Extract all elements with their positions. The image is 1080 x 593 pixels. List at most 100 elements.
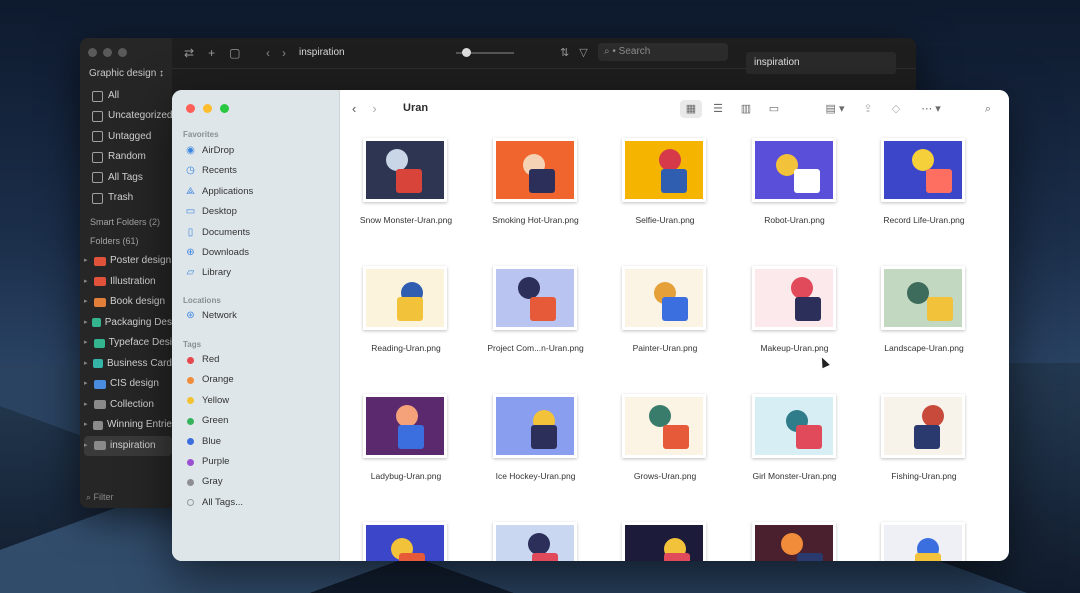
disclosure-triangle-icon[interactable]: ▸	[84, 374, 90, 394]
close-button[interactable]	[88, 48, 97, 57]
file-thumbnail[interactable]	[881, 394, 965, 458]
tag-item[interactable]: Green	[185, 412, 228, 430]
file-item[interactable]: Makeup-Uran.png	[731, 246, 859, 364]
disclosure-triangle-icon[interactable]: ▸	[84, 415, 89, 435]
file-item[interactable]: Reading-Uran.png	[342, 246, 470, 364]
back-folder-item[interactable]: ▸ Illustration	[84, 272, 172, 292]
smart-folders-header[interactable]: Smart Folders (2)	[90, 217, 160, 227]
file-thumbnail[interactable]	[363, 522, 447, 561]
disclosure-triangle-icon[interactable]: ▸	[84, 395, 90, 415]
file-item[interactable]: Painter-Uran.png	[601, 246, 729, 364]
file-thumbnail[interactable]	[363, 394, 447, 458]
file-item[interactable]: Ice Hockey-Uran.png	[472, 374, 600, 492]
file-item[interactable]	[342, 502, 470, 561]
sidebar-toggle-icon[interactable]: ▢	[229, 46, 240, 60]
sidebar-item[interactable]: ▭ Desktop	[185, 203, 237, 221]
back-folder-item[interactable]: ▸ Business Card	[84, 354, 172, 374]
tag-icon[interactable]: ◇	[886, 100, 906, 118]
file-item[interactable]	[731, 502, 859, 561]
tag-item[interactable]: Yellow	[185, 392, 229, 410]
file-item[interactable]: Landscape-Uran.png	[860, 246, 988, 364]
file-thumbnail[interactable]	[492, 138, 577, 202]
file-thumbnail[interactable]	[622, 394, 706, 458]
zoom-button[interactable]	[220, 104, 229, 113]
file-thumbnail[interactable]	[492, 522, 577, 561]
file-item[interactable]: Selfie-Uran.png	[601, 128, 729, 236]
tag-item[interactable]: Blue	[185, 433, 221, 451]
back-folder-item[interactable]: ▸ Packaging Des	[84, 313, 172, 333]
tag-item[interactable]: Orange	[185, 371, 234, 389]
disclosure-triangle-icon[interactable]: ▸	[84, 272, 90, 292]
back-nav-item[interactable]: All	[92, 86, 119, 106]
file-item[interactable]: Ladybug-Uran.png	[342, 374, 470, 492]
share-icon[interactable]: ⇪	[858, 100, 878, 118]
file-thumbnail[interactable]	[363, 266, 447, 330]
back-nav-item[interactable]: Trash	[92, 188, 133, 208]
file-thumbnail[interactable]	[492, 266, 577, 330]
file-thumbnail[interactable]	[622, 522, 706, 561]
file-item[interactable]	[860, 502, 988, 561]
disclosure-triangle-icon[interactable]: ▸	[84, 292, 90, 312]
file-item[interactable]	[472, 502, 600, 561]
file-item[interactable]: Record Life-Uran.png	[860, 128, 988, 236]
tag-item[interactable]: Gray	[185, 473, 223, 491]
file-item[interactable]: Grows-Uran.png	[601, 374, 729, 492]
back-folder-item[interactable]: ▸ Typeface Desi	[84, 333, 172, 353]
file-thumbnail[interactable]	[881, 138, 965, 202]
back-nav-item[interactable]: Untagged	[92, 127, 151, 147]
file-thumbnail[interactable]	[751, 266, 836, 330]
back-nav-item[interactable]: Random	[92, 147, 146, 167]
disclosure-triangle-icon[interactable]: ▸	[84, 251, 90, 271]
sidebar-item[interactable]: ⟁ Applications	[185, 183, 253, 201]
file-item[interactable]: Robot-Uran.png	[731, 128, 859, 236]
back-nav-item[interactable]: All Tags	[92, 168, 143, 188]
file-thumbnail[interactable]	[363, 138, 447, 202]
add-icon[interactable]: +	[208, 46, 215, 60]
sidebar-item[interactable]: ⊕ Downloads	[185, 244, 249, 262]
thumbnail-size-slider[interactable]	[456, 48, 514, 57]
close-button[interactable]	[186, 104, 195, 113]
disclosure-triangle-icon[interactable]: ▸	[84, 313, 88, 333]
forward-arrow-icon[interactable]: ›	[282, 46, 286, 60]
sync-icon[interactable]: ⇄	[184, 46, 194, 60]
file-item[interactable]: Project Com...n-Uran.png	[472, 246, 600, 364]
file-thumbnail[interactable]	[751, 522, 836, 561]
folders-header[interactable]: Folders (61)	[90, 236, 139, 246]
inspector-title-field[interactable]: inspiration	[746, 52, 896, 74]
back-arrow-icon[interactable]: ‹	[352, 101, 356, 116]
search-icon[interactable]: ⌕	[978, 100, 998, 118]
file-item[interactable]: Girl Monster-Uran.png	[731, 374, 859, 492]
file-thumbnail[interactable]	[622, 138, 706, 202]
tag-item[interactable]: Purple	[185, 453, 229, 471]
library-switcher[interactable]: Graphic design ↕	[89, 68, 164, 79]
sidebar-item[interactable]: ◷ Recents	[185, 162, 237, 180]
file-item[interactable]: Fishing-Uran.png	[860, 374, 988, 492]
sidebar-item[interactable]: ◉ AirDrop	[185, 142, 234, 160]
file-thumbnail[interactable]	[881, 522, 965, 561]
group-by-button[interactable]: ▤ ▾	[820, 100, 850, 118]
minimize-button[interactable]	[203, 104, 212, 113]
back-folder-item[interactable]: ▸ Collection	[84, 395, 172, 415]
file-thumbnail[interactable]	[622, 266, 706, 330]
disclosure-triangle-icon[interactable]: ▸	[84, 333, 90, 353]
file-item[interactable]: Snow Monster-Uran.png	[342, 128, 470, 236]
sidebar-item[interactable]: ▱ Library	[185, 264, 231, 282]
file-item[interactable]	[601, 502, 729, 561]
sidebar-item[interactable]: ⊛ Network	[185, 307, 237, 325]
back-folder-item[interactable]: ▸ inspiration	[84, 435, 172, 456]
list-view-button[interactable]: ☰	[707, 100, 729, 118]
back-folder-item[interactable]: ▸ Winning Entrie	[84, 415, 172, 435]
file-thumbnail[interactable]	[492, 394, 577, 458]
back-search-field[interactable]: ⌕ • Search	[598, 43, 728, 61]
disclosure-triangle-icon[interactable]: ▸	[84, 354, 89, 374]
tag-item[interactable]: Red	[185, 351, 219, 369]
back-nav-item[interactable]: Uncategorized	[92, 106, 172, 126]
file-item[interactable]: Smoking Hot-Uran.png	[472, 128, 600, 236]
file-thumbnail[interactable]	[881, 266, 965, 330]
filter-funnel-icon[interactable]: ▽	[579, 46, 587, 59]
column-view-button[interactable]: ▥	[735, 100, 757, 118]
more-actions-button[interactable]: ⋯ ▾	[916, 100, 946, 118]
sidebar-item[interactable]: ▯ Documents	[185, 224, 250, 242]
sort-icon[interactable]: ⇅	[560, 46, 569, 59]
back-folder-item[interactable]: ▸ Book design	[84, 292, 172, 312]
